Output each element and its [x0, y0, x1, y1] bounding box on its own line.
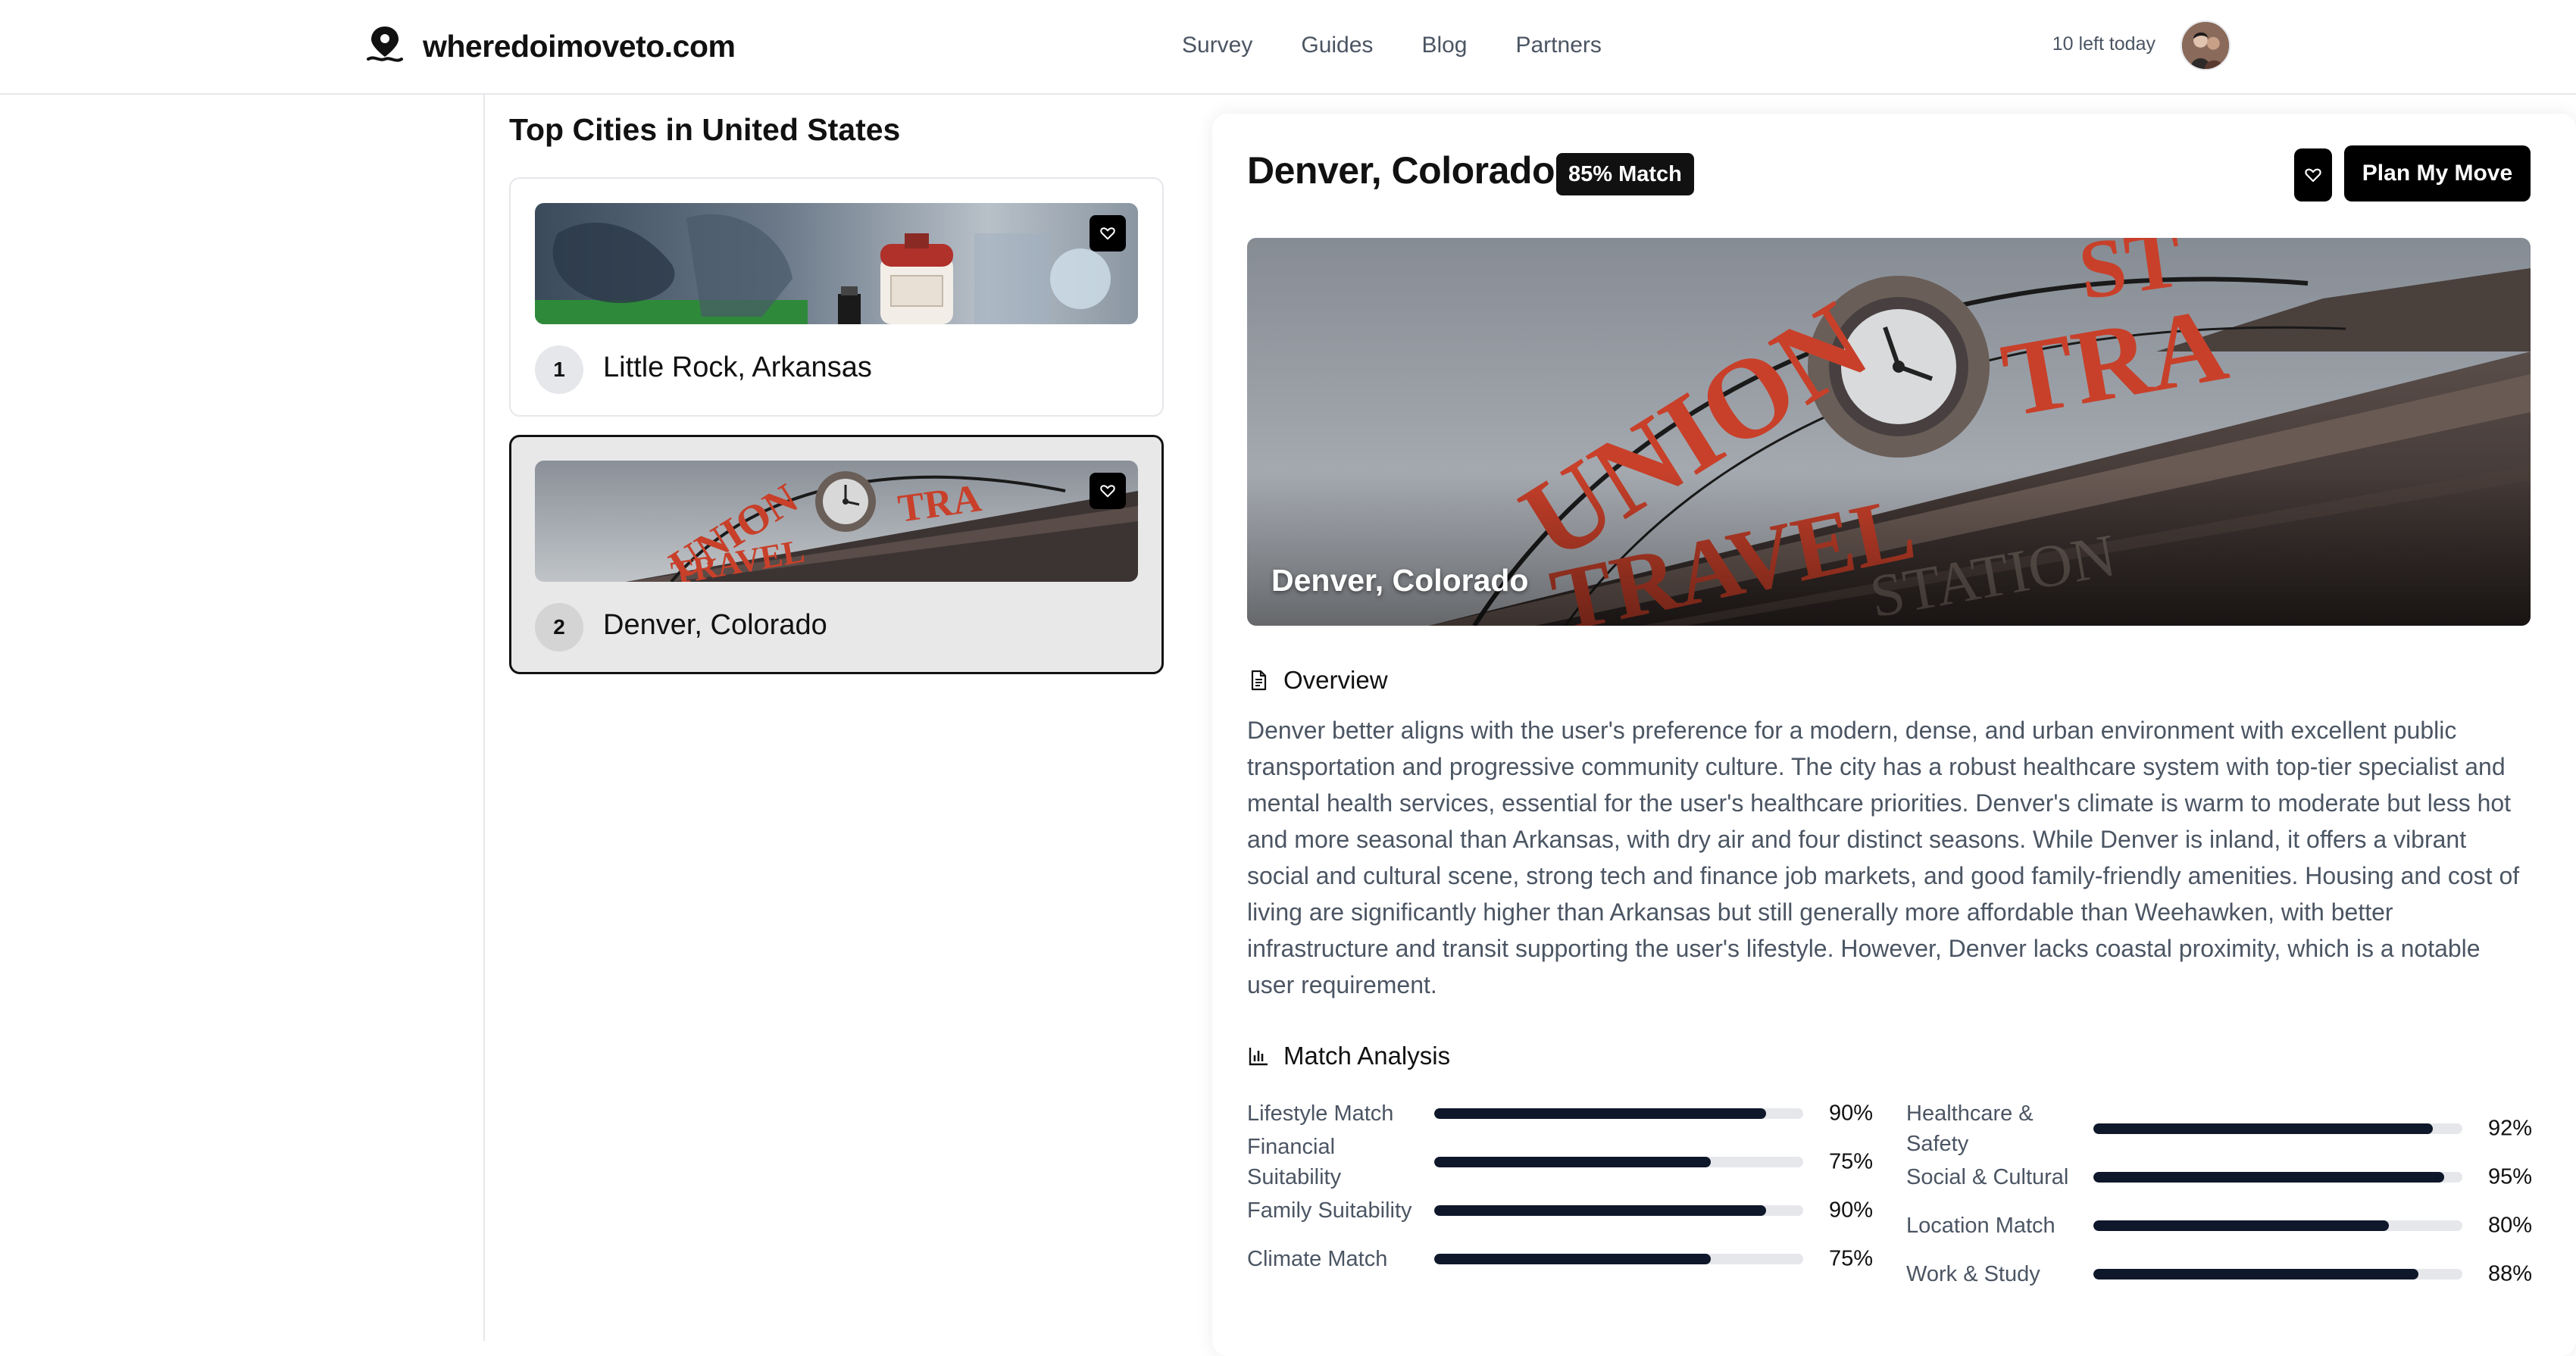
- city-name: Little Rock, Arkansas: [603, 351, 872, 383]
- city-card-denver[interactable]: UNION TRA TRAVEL 2 Denver, Colorado: [509, 435, 1164, 674]
- metric-percent: 75%: [1828, 1149, 1873, 1174]
- metric-social: Social & Cultural 95%: [1906, 1154, 2532, 1200]
- nav-partners[interactable]: Partners: [1515, 33, 1601, 58]
- metric-bar-fill: [1434, 1205, 1767, 1216]
- metric-percent: 88%: [2487, 1261, 2532, 1286]
- match-analysis-heading: Match Analysis: [1247, 1039, 1450, 1073]
- metric-bar-track: [2093, 1123, 2462, 1134]
- metric-label: Location Match: [1906, 1214, 2055, 1238]
- overview-heading: Overview: [1247, 664, 1388, 697]
- favorite-button[interactable]: [2294, 148, 2332, 202]
- metric-work-study: Work & Study 88%: [1906, 1251, 2532, 1297]
- metric-bar-track: [2093, 1269, 2462, 1279]
- favorite-button[interactable]: [1089, 215, 1126, 252]
- metric-healthcare: Healthcare & Safety 92%: [1906, 1101, 2532, 1156]
- brand-name: wheredoimoveto.com: [423, 28, 736, 64]
- metric-climate: Climate Match 75%: [1247, 1236, 1873, 1282]
- heart-icon: [2305, 168, 2321, 183]
- metric-location: Location Match 80%: [1906, 1203, 2532, 1248]
- avatar-photo: [2182, 22, 2229, 69]
- metric-bar-track: [1434, 1254, 1803, 1264]
- metric-label: Work & Study: [1906, 1262, 2040, 1286]
- metric-bar-fill: [1434, 1108, 1767, 1119]
- sidebar-divider: [483, 95, 485, 1341]
- metric-label: Lifestyle Match: [1247, 1101, 1394, 1126]
- document-icon: [1251, 670, 1267, 691]
- metric-bar-fill: [2093, 1269, 2418, 1279]
- main-nav: Survey Guides Blog Partners: [1182, 27, 1602, 64]
- user-avatar[interactable]: [2181, 20, 2231, 70]
- city-hero-image: UNION TRA ST TRAVEL STATION Denver, Colo…: [1247, 238, 2531, 626]
- metric-bar-fill: [1434, 1157, 1712, 1167]
- city-thumbnail-denver: UNION TRA TRAVEL: [535, 461, 1138, 582]
- metric-percent: 90%: [1828, 1198, 1873, 1223]
- metric-bar-track: [1434, 1205, 1803, 1216]
- metric-bar-track: [1434, 1157, 1803, 1167]
- nav-survey[interactable]: Survey: [1182, 33, 1252, 58]
- city-list-title: Top Cities in United States: [509, 112, 901, 147]
- metric-bar-track: [2093, 1172, 2462, 1183]
- metric-label: Healthcare & Safety: [1906, 1101, 2034, 1156]
- overview-title: Overview: [1283, 666, 1388, 694]
- city-rank-badge: 2: [535, 603, 583, 651]
- metric-bar-fill: [1434, 1254, 1712, 1264]
- bar-chart-icon: [1249, 1048, 1268, 1066]
- metric-label: Social & Cultural: [1906, 1165, 2069, 1189]
- plan-my-move-button[interactable]: Plan My Move: [2344, 145, 2531, 202]
- nav-blog[interactable]: Blog: [1421, 33, 1467, 58]
- brand-logo-link[interactable]: wheredoimoveto.com: [362, 21, 736, 71]
- hero-caption: Denver, Colorado: [1271, 563, 1529, 598]
- match-analysis-title: Match Analysis: [1283, 1042, 1451, 1070]
- metric-percent: 80%: [2487, 1213, 2532, 1238]
- metric-label: Climate Match: [1247, 1247, 1388, 1271]
- city-card-little-rock[interactable]: 1 Little Rock, Arkansas: [509, 177, 1164, 417]
- city-detail-panel: Denver, Colorado 85% Match Plan My Move: [1212, 114, 2576, 1356]
- metric-label: Financial Suitability: [1247, 1135, 1342, 1189]
- metric-family: Family Suitability 90%: [1247, 1188, 1873, 1233]
- metric-percent: 92%: [2487, 1116, 2532, 1141]
- nav-guides[interactable]: Guides: [1301, 33, 1373, 58]
- metric-bar-fill: [2093, 1123, 2434, 1134]
- city-rank-badge: 1: [535, 345, 583, 394]
- metric-bar-track: [2093, 1220, 2462, 1231]
- metric-percent: 95%: [2487, 1164, 2532, 1189]
- metric-label: Family Suitability: [1247, 1198, 1412, 1223]
- metric-percent: 90%: [1828, 1101, 1873, 1126]
- overview-text: Denver better aligns with the user's pre…: [1247, 717, 2520, 998]
- city-name: Denver, Colorado: [603, 609, 827, 641]
- match-score-badge: 85% Match: [1556, 153, 1694, 195]
- favorite-button[interactable]: [1089, 473, 1126, 509]
- remaining-count: 10 left today: [2052, 33, 2156, 55]
- top-header: wheredoimoveto.com Survey Guides Blog Pa…: [0, 0, 2576, 95]
- city-thumbnail-little-rock: [535, 203, 1138, 324]
- metric-bar-fill: [2093, 1220, 2389, 1231]
- metric-bar-track: [1434, 1108, 1803, 1119]
- metric-bar-fill: [2093, 1172, 2444, 1183]
- metric-lifestyle: Lifestyle Match 90%: [1247, 1091, 1873, 1136]
- heart-icon: [1100, 227, 1115, 240]
- detail-city-title: Denver, Colorado: [1247, 149, 1555, 192]
- metric-financial: Financial Suitability 75%: [1247, 1135, 1873, 1189]
- location-pin-icon: [367, 27, 403, 62]
- heart-icon: [1100, 485, 1115, 498]
- metric-percent: 75%: [1828, 1246, 1873, 1271]
